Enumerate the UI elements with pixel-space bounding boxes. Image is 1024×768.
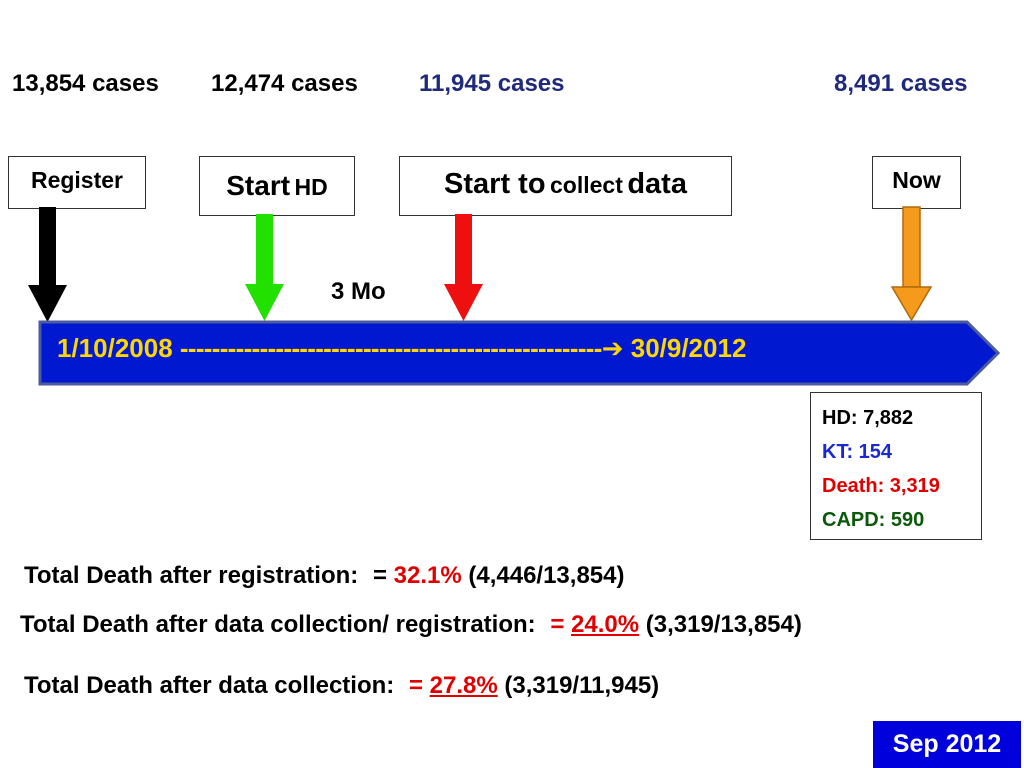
stat-ratio: (3,319/11,945) [504, 672, 660, 699]
stat-percent: 32.1% [393, 562, 462, 589]
outcome-kt: KT: 154 [822, 441, 893, 463]
timeline-arrow-icon: ➔ [601, 334, 624, 364]
stat-percent: 27.8% [429, 672, 498, 699]
timeline-end-date: 30/9/2012 [630, 333, 747, 363]
interval-label: 3 Mo [331, 278, 386, 305]
outcome-death: Death: 3,319 [822, 475, 940, 497]
arrow-start-collect-icon [444, 214, 483, 321]
stat-equals: = [550, 611, 565, 638]
arrow-now-icon [890, 206, 933, 322]
stat-ratio: (3,319/13,854) [645, 611, 802, 638]
outcome-box: HD: 7,882 KT: 154 Death: 3,319 CAPD: 590 [810, 392, 982, 540]
stat-label: Total Death after data collection/ regis… [20, 611, 536, 638]
stat-equals: = [372, 562, 387, 589]
date-badge: Sep 2012 [873, 721, 1021, 768]
stat-ratio: (4,446/13,854) [468, 562, 625, 589]
arrow-register-icon [28, 207, 67, 322]
arrow-start-hd-icon [245, 214, 284, 321]
outcome-capd: CAPD: 590 [822, 509, 925, 531]
timeline-dashes: ----------------------------------------… [179, 333, 602, 363]
stat-equals: = [408, 672, 423, 699]
stat-label: Total Death after registration: [24, 562, 359, 589]
stat-percent: 24.0% [571, 611, 640, 638]
timeline-text: 1/10/2008 ------------------------------… [57, 333, 746, 364]
stat-label: Total Death after data collection: [24, 672, 395, 699]
timeline-start-date: 1/10/2008 [57, 333, 173, 363]
outcome-hd: HD: 7,882 [822, 407, 914, 429]
stat-death-after-collection: Total Death after data collection: = 27.… [24, 672, 659, 700]
stat-death-after-collection-registration: Total Death after data collection/ regis… [20, 611, 802, 639]
stat-death-after-registration: Total Death after registration: = 32.1% … [24, 562, 624, 590]
